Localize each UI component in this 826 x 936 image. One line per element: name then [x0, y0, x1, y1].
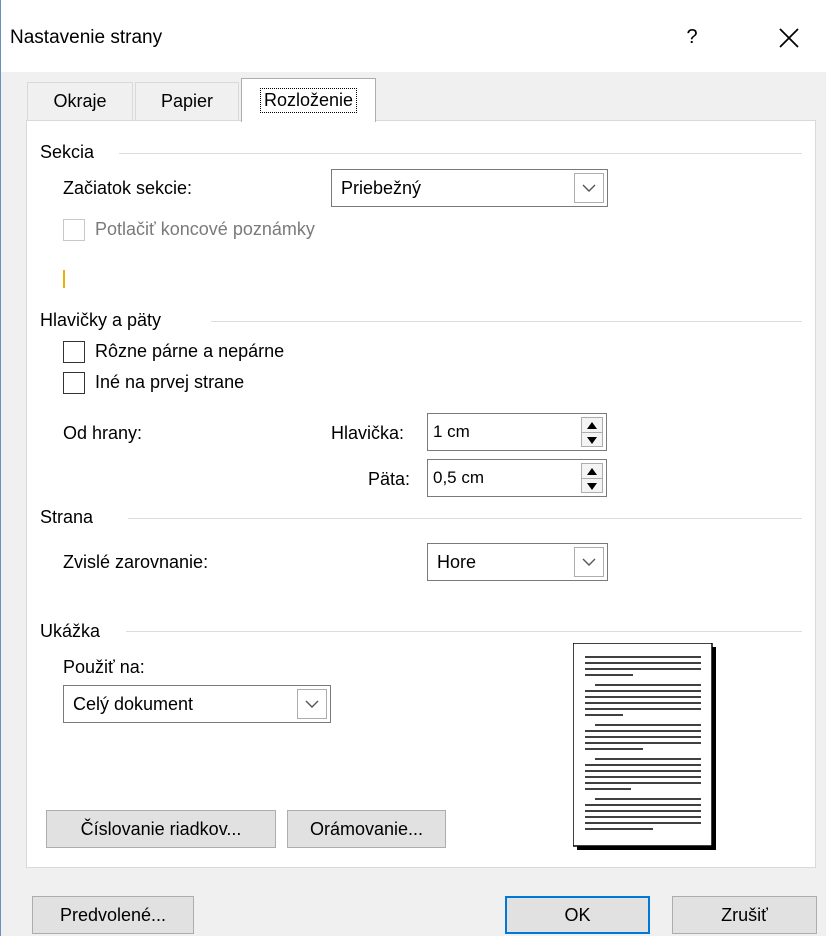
- headers-footers-group-label: Hlavičky a päty: [40, 310, 162, 330]
- header-distance-spinner[interactable]: 1 cm: [427, 413, 607, 451]
- header-distance-value: 1 cm: [433, 422, 470, 441]
- page-preview-thumbnail: [572, 642, 719, 853]
- line-numbers-button[interactable]: Číslovanie riadkov...: [46, 810, 276, 848]
- section-group-label: Sekcia: [40, 142, 95, 162]
- close-icon: [779, 28, 799, 48]
- apply-to-dropdown-button[interactable]: [297, 689, 327, 719]
- suppress-endnotes-label: Potlačiť koncové poznámky: [95, 219, 315, 239]
- spin-down-icon[interactable]: [582, 433, 602, 447]
- window-title: Nastavenie strany: [10, 27, 163, 48]
- spin-down-icon[interactable]: [582, 479, 602, 493]
- footer-distance-spinner[interactable]: 0,5 cm: [427, 459, 607, 497]
- chevron-down-icon: [582, 184, 596, 192]
- text-cursor-mark: [63, 270, 65, 288]
- tab-layout-label: Rozloženie: [259, 88, 358, 113]
- borders-button[interactable]: Orámovanie...: [287, 810, 446, 848]
- from-edge-label: Od hrany:: [63, 423, 143, 443]
- chevron-down-icon: [582, 558, 596, 566]
- suppress-endnotes-checkbox[interactable]: [63, 219, 85, 241]
- chevron-down-icon: [305, 700, 319, 708]
- odd-even-label: Rôzne párne a nepárne: [95, 341, 285, 361]
- spin-up-icon[interactable]: [582, 464, 602, 478]
- section-group-divider: [119, 153, 802, 154]
- page-preview-image: [572, 642, 716, 850]
- page-group-divider: [128, 518, 802, 519]
- vertical-alignment-dropdown-button[interactable]: [574, 547, 604, 577]
- tab-paper[interactable]: Papier: [135, 82, 239, 120]
- header-distance-label: Hlavička:: [331, 423, 405, 443]
- tab-paper-label: Papier: [160, 91, 214, 111]
- section-start-select[interactable]: Priebežný: [331, 169, 608, 207]
- tab-layout[interactable]: Rozloženie: [241, 78, 376, 122]
- footer-distance-label: Päta:: [368, 469, 411, 489]
- headers-footers-group-divider: [211, 321, 802, 322]
- spin-up-icon[interactable]: [582, 418, 602, 432]
- title-bar: Nastavenie strany ?: [1, 0, 826, 72]
- header-distance-spin-buttons[interactable]: [581, 417, 603, 447]
- footer-distance-value: 0,5 cm: [433, 468, 485, 487]
- apply-to-value: Celý dokument: [73, 694, 194, 714]
- section-start-label: Začiatok sekcie:: [63, 178, 193, 198]
- set-default-button[interactable]: Predvolené...: [32, 896, 194, 934]
- preview-group-label: Ukážka: [40, 621, 101, 641]
- section-start-dropdown-button[interactable]: [574, 173, 604, 203]
- page-group-label: Strana: [40, 507, 94, 527]
- odd-even-checkbox[interactable]: [63, 341, 85, 363]
- tab-margins-label: Okraje: [53, 91, 107, 111]
- first-page-label: Iné na prvej strane: [95, 372, 245, 392]
- vertical-alignment-select[interactable]: Hore: [427, 543, 608, 581]
- apply-to-label: Použiť na:: [63, 657, 145, 677]
- vertical-alignment-value: Hore: [437, 552, 477, 572]
- footer-distance-spin-buttons[interactable]: [581, 463, 603, 493]
- section-start-value: Priebežný: [341, 178, 422, 198]
- apply-to-select[interactable]: Celý dokument: [63, 685, 331, 723]
- help-button[interactable]: ?: [677, 22, 707, 52]
- page-setup-dialog: Nastavenie strany ? Okraje Papier Rozlož…: [0, 0, 826, 936]
- tab-margins[interactable]: Okraje: [27, 82, 133, 120]
- first-page-checkbox[interactable]: [63, 372, 85, 394]
- vertical-alignment-label: Zvislé zarovnanie:: [63, 552, 209, 572]
- preview-group-divider: [126, 631, 802, 632]
- close-button[interactable]: [769, 18, 809, 58]
- cancel-button[interactable]: Zrušiť: [672, 896, 817, 934]
- ok-button[interactable]: OK: [505, 896, 650, 934]
